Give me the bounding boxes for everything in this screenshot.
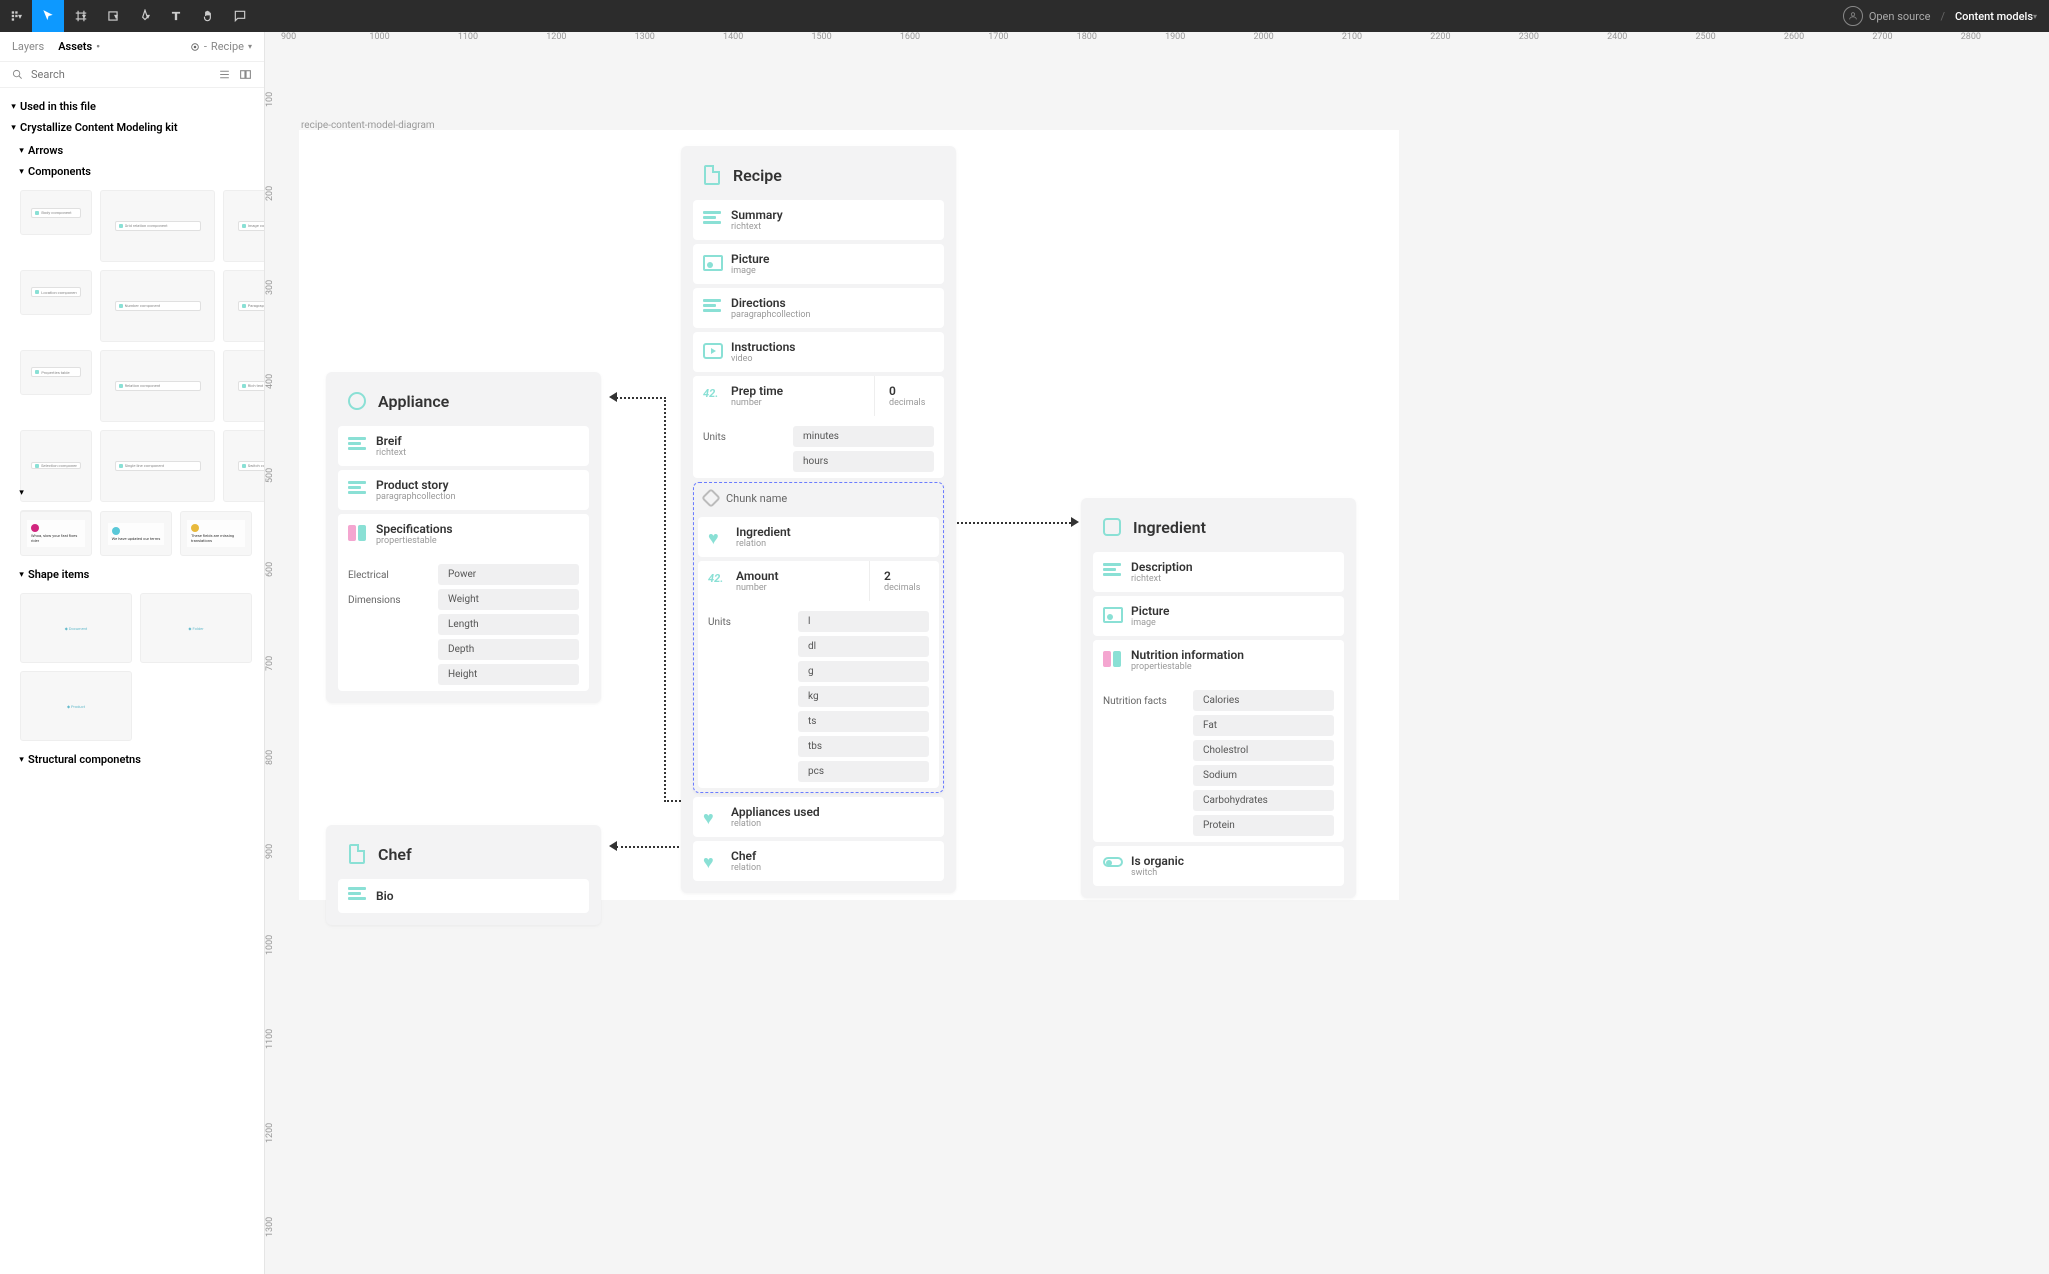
hand-tool[interactable] (192, 0, 224, 32)
component-thumb[interactable]: Properties table (20, 350, 92, 395)
chunk-icon (701, 488, 721, 508)
section-used[interactable]: Used in this file (12, 96, 252, 117)
component-thumb[interactable]: Switch component (223, 430, 264, 502)
chunk-container[interactable]: Chunk name ♥Ingredientrelation 42.Amount… (693, 482, 944, 793)
card-title: Appliance (378, 392, 449, 411)
card-title: Recipe (733, 166, 782, 185)
shape-tool[interactable]: ▾ (96, 0, 128, 32)
heart-icon: ♥ (703, 852, 721, 870)
chevron-down-icon[interactable]: ▾ (2033, 12, 2037, 21)
list-view-icon[interactable] (218, 68, 231, 81)
shape-thumb[interactable]: ◆ Document (20, 593, 132, 663)
card-title: Chef (378, 845, 412, 864)
card-recipe[interactable]: Recipe Summaryrichtext Pictureimage Dire… (681, 146, 956, 893)
folder-icon (1103, 518, 1121, 536)
switch-icon (1103, 857, 1123, 867)
tab-layers[interactable]: Layers (12, 40, 44, 53)
shape-thumb[interactable]: ◆ Product (20, 671, 132, 741)
dialogue-thumb[interactable]: We have updated our terms (100, 511, 172, 556)
component-thumb[interactable]: Location component (20, 270, 92, 315)
tab-assets[interactable]: Assets (58, 40, 92, 53)
search-input[interactable] (31, 68, 210, 81)
library-icon[interactable] (239, 68, 252, 81)
top-toolbar: ▾ ▾ ▾ ▾ Open source / Content models ▾ (0, 0, 2049, 32)
component-thumb[interactable]: Paragraph collection (223, 270, 264, 342)
card-appliance[interactable]: Appliance Breifrichtext Product storypar… (326, 372, 601, 703)
component-thumb[interactable]: Grid relation component (100, 190, 215, 262)
pen-tool[interactable]: ▾ (128, 0, 160, 32)
dialogue-thumb[interactable]: These fields are missing translations (180, 511, 252, 556)
section-structural[interactable]: Structural componetns (20, 749, 252, 770)
component-thumb[interactable]: Rich text component (223, 350, 264, 422)
left-panel: Layers Assets • - Recipe ▾ Used in this … (0, 32, 265, 1274)
heart-icon: ♥ (708, 528, 726, 546)
main-menu-button[interactable]: ▾ (0, 0, 32, 32)
heart-icon: ♥ (703, 808, 721, 826)
text-tool[interactable] (160, 0, 192, 32)
move-tool[interactable] (32, 0, 64, 32)
component-thumb[interactable]: Number component (100, 270, 215, 342)
component-thumb[interactable]: Selection component (20, 430, 92, 502)
component-thumb[interactable]: Body component (20, 190, 92, 235)
section-kit[interactable]: Crystallize Content Modeling kit (12, 117, 252, 138)
product-icon (348, 392, 366, 410)
comment-tool[interactable] (224, 0, 256, 32)
breadcrumb-file[interactable]: Content models (1955, 10, 2033, 23)
card-chef[interactable]: Chef Bio (326, 825, 601, 925)
canvas-viewport[interactable]: 9001000110012001300140015001600170018001… (265, 32, 2049, 1274)
section-components[interactable]: Components (20, 161, 252, 182)
component-thumb[interactable]: Image component (223, 190, 264, 262)
ruler-horizontal: 9001000110012001300140015001600170018001… (281, 32, 2049, 52)
component-thumb[interactable]: Single line component (100, 430, 215, 502)
user-avatar-icon[interactable] (1843, 6, 1863, 26)
page-selector[interactable]: - Recipe ▾ (190, 40, 252, 53)
section-shapes[interactable]: Shape items (20, 564, 252, 585)
section-arrows[interactable]: Arrows (20, 140, 252, 161)
breadcrumb-project[interactable]: Open source (1869, 10, 1931, 23)
dialogue-thumb[interactable]: Whoa, slow your fast fixes rider (20, 511, 92, 556)
search-icon (12, 69, 23, 80)
shape-thumb[interactable]: ◆ Folder (140, 593, 252, 663)
frame-tool[interactable]: ▾ (64, 0, 96, 32)
card-title: Ingredient (1133, 518, 1206, 537)
ruler-vertical: 1002003004005006007008009001000110012001… (265, 52, 281, 1274)
card-ingredient[interactable]: Ingredient Descriptionrichtext Pictureim… (1081, 498, 1356, 898)
component-thumb[interactable]: Relation component (100, 350, 215, 422)
